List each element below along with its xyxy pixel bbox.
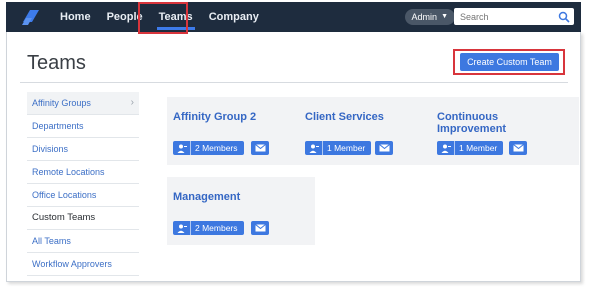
- email-button[interactable]: [375, 141, 393, 155]
- mail-icon: [512, 144, 524, 152]
- nav-company[interactable]: Company: [209, 2, 259, 32]
- team-card[interactable]: Client Services 1 Member: [299, 97, 447, 165]
- title-divider: [20, 82, 568, 83]
- team-card[interactable]: Continuous Improvement 1 Member: [431, 97, 579, 165]
- people-icon: [173, 141, 191, 155]
- team-name[interactable]: Continuous Improvement: [437, 111, 527, 135]
- sidebar-item-all-teams[interactable]: All Teams: [27, 230, 139, 253]
- sidebar-item-affinity-groups[interactable]: Affinity Groups ›: [27, 92, 139, 115]
- sidebar-item-divisions[interactable]: Divisions: [27, 138, 139, 161]
- members-count: 1 Member: [459, 143, 498, 153]
- sidebar-item-office-locations[interactable]: Office Locations: [27, 184, 139, 207]
- logo-icon[interactable]: [20, 6, 42, 28]
- members-button[interactable]: 2 Members: [173, 141, 244, 155]
- mail-icon: [254, 224, 266, 232]
- team-card[interactable]: Affinity Group 2 2 Members: [167, 97, 315, 165]
- sidebar-item-workflow-approvers[interactable]: Workflow Approvers: [27, 253, 139, 276]
- sidebar-heading-custom-teams: Custom Teams: [27, 207, 139, 230]
- sidebar-item-label: All Teams: [32, 236, 71, 246]
- sidebar-item-label: Affinity Groups: [32, 98, 91, 108]
- members-count: 2 Members: [195, 143, 238, 153]
- search-box[interactable]: [454, 8, 574, 25]
- create-custom-team-button[interactable]: Create Custom Team: [460, 53, 559, 71]
- mail-icon: [254, 144, 266, 152]
- members-count: 2 Members: [195, 223, 238, 233]
- nav-teams[interactable]: Teams: [156, 2, 195, 32]
- mail-icon: [378, 144, 390, 152]
- team-card[interactable]: Management 2 Members: [167, 177, 315, 245]
- sidebar-heading-label: Custom Teams: [32, 212, 96, 223]
- admin-dropdown[interactable]: Admin ▼: [404, 9, 455, 25]
- members-button[interactable]: 1 Member: [305, 141, 372, 155]
- team-name[interactable]: Management: [173, 191, 309, 203]
- nav-people[interactable]: People: [107, 2, 143, 32]
- sidebar-item-label: Workflow Approvers: [32, 259, 112, 269]
- email-button[interactable]: [251, 221, 269, 235]
- email-button[interactable]: [251, 141, 269, 155]
- people-icon: [305, 141, 323, 155]
- team-name[interactable]: Client Services: [305, 111, 441, 123]
- nav-home[interactable]: Home: [60, 2, 91, 32]
- sidebar-item-remote-locations[interactable]: Remote Locations: [27, 161, 139, 184]
- sidebar-item-label: Office Locations: [32, 190, 97, 200]
- caret-down-icon: ▼: [441, 13, 448, 20]
- people-icon: [437, 141, 455, 155]
- members-count: 1 Member: [327, 143, 366, 153]
- team-name[interactable]: Affinity Group 2: [173, 111, 309, 123]
- people-icon: [173, 221, 191, 235]
- sidebar-item-label: Remote Locations: [32, 167, 105, 177]
- email-button[interactable]: [509, 141, 527, 155]
- chevron-right-icon: ›: [130, 97, 134, 108]
- sidebar-item-label: Departments: [32, 121, 84, 131]
- top-navigation: Home People Teams Company Admin ▼: [6, 2, 581, 32]
- search-icon[interactable]: [558, 11, 570, 23]
- members-button[interactable]: 2 Members: [173, 221, 244, 235]
- sidebar: Affinity Groups › Departments Divisions …: [27, 92, 139, 276]
- members-button[interactable]: 1 Member: [437, 141, 504, 155]
- page-title: Teams: [27, 52, 86, 74]
- sidebar-item-label: Divisions: [32, 144, 69, 154]
- sidebar-item-departments[interactable]: Departments: [27, 115, 139, 138]
- admin-label: Admin: [411, 12, 438, 22]
- search-input[interactable]: [454, 11, 554, 22]
